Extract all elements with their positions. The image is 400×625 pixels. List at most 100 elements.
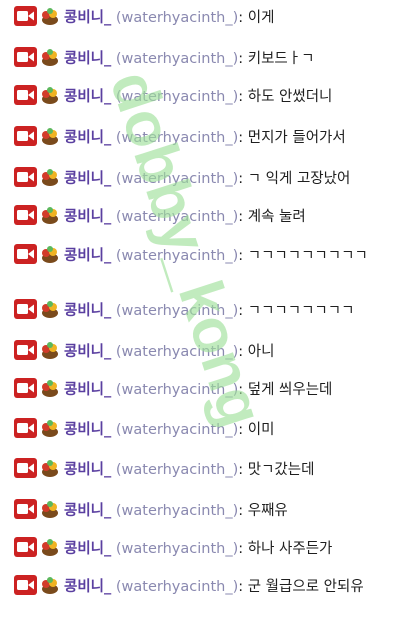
nickname[interactable]: 콩비니_ (64, 422, 111, 438)
user-id[interactable]: (waterhyacinth_) (116, 51, 238, 67)
message-text: 덮게 씌우는데 (247, 382, 333, 398)
chat-message: 콩비니_ (waterhyacinth_): 아니 (14, 338, 386, 367)
fruit-bowl-icon (40, 126, 60, 146)
chat-message: 콩비니_ (waterhyacinth_): 계속 눌려 (14, 203, 386, 232)
nickname[interactable]: 콩비니_ (64, 503, 111, 519)
colon: : (238, 248, 244, 264)
chat-message: 콩비니_ (waterhyacinth_): 하도 안썼더니 (14, 83, 386, 112)
fruit-bowl-icon (40, 299, 60, 319)
fruit-bowl-icon (40, 378, 60, 398)
nickname[interactable]: 콩비니_ (64, 344, 111, 360)
message-text: 군 월급으로 안되유 (247, 579, 364, 595)
chat-message: 콩비니_ (waterhyacinth_): ㄱㄱㄱㄱㄱㄱㄱㄱㄱ (14, 242, 386, 271)
video-camera-icon (14, 85, 37, 105)
colon: : (238, 382, 244, 398)
colon: : (238, 209, 244, 225)
chat-message: 콩비니_ (waterhyacinth_): 이미 (14, 416, 386, 445)
message-text: 키보드ㅏㄱ (247, 51, 315, 67)
message-text: 하나 사주든가 (247, 541, 333, 557)
colon: : (238, 422, 244, 438)
fruit-bowl-icon (40, 6, 60, 26)
message-text: 이게 (247, 10, 275, 26)
fruit-bowl-icon (40, 205, 60, 225)
message-text: 아니 (247, 344, 275, 360)
chat-message: 콩비니_ (waterhyacinth_): 키보드ㅏㄱ (14, 45, 386, 74)
user-id[interactable]: (waterhyacinth_) (116, 344, 238, 360)
message-text: 우째유 (247, 503, 288, 519)
user-id[interactable]: (waterhyacinth_) (116, 382, 238, 398)
nickname[interactable]: 콩비니_ (64, 89, 111, 105)
video-camera-icon (14, 340, 37, 360)
video-camera-icon (14, 378, 37, 398)
message-text: ㄱ 익게 고장났어 (247, 171, 351, 187)
video-camera-icon (14, 499, 37, 519)
message-text: 이미 (247, 422, 275, 438)
user-id[interactable]: (waterhyacinth_) (116, 422, 238, 438)
video-camera-icon (14, 167, 37, 187)
nickname[interactable]: 콩비니_ (64, 209, 111, 225)
chat-message: 콩비니_ (waterhyacinth_): 이게 (14, 4, 386, 33)
chat-log: 콩비니_ (waterhyacinth_): 이게 콩비니_ (waterhya… (0, 0, 400, 625)
video-camera-icon (14, 458, 37, 478)
colon: : (238, 541, 244, 557)
fruit-bowl-icon (40, 499, 60, 519)
colon: : (238, 503, 244, 519)
nickname[interactable]: 콩비니_ (64, 382, 111, 398)
colon: : (238, 51, 244, 67)
colon: : (238, 130, 244, 146)
nickname[interactable]: 콩비니_ (64, 462, 111, 478)
fruit-bowl-icon (40, 458, 60, 478)
user-id[interactable]: (waterhyacinth_) (116, 10, 238, 26)
user-id[interactable]: (waterhyacinth_) (116, 462, 238, 478)
user-id[interactable]: (waterhyacinth_) (116, 503, 238, 519)
chat-message: 콩비니_ (waterhyacinth_): 군 월급으로 안되유 (14, 573, 386, 602)
video-camera-icon (14, 205, 37, 225)
nickname[interactable]: 콩비니_ (64, 51, 111, 67)
video-camera-icon (14, 575, 37, 595)
user-id[interactable]: (waterhyacinth_) (116, 89, 238, 105)
chat-message: 콩비니_ (waterhyacinth_): 덮게 씌우는데 (14, 376, 386, 405)
fruit-bowl-icon (40, 575, 60, 595)
message-text: 계속 눌려 (247, 209, 306, 225)
user-id[interactable]: (waterhyacinth_) (116, 303, 238, 319)
chat-message: 콩비니_ (waterhyacinth_): 우째유 (14, 497, 386, 526)
user-id[interactable]: (waterhyacinth_) (116, 248, 238, 264)
video-camera-icon (14, 537, 37, 557)
fruit-bowl-icon (40, 167, 60, 187)
message-text: ㄱㄱㄱㄱㄱㄱㄱㄱ (247, 303, 355, 319)
video-camera-icon (14, 418, 37, 438)
user-id[interactable]: (waterhyacinth_) (116, 541, 238, 557)
message-text: ㄱㄱㄱㄱㄱㄱㄱㄱㄱ (247, 248, 368, 264)
video-camera-icon (14, 126, 37, 146)
nickname[interactable]: 콩비니_ (64, 541, 111, 557)
user-id[interactable]: (waterhyacinth_) (116, 171, 238, 187)
message-text: 먼지가 들어가서 (247, 130, 346, 146)
colon: : (238, 89, 244, 105)
chat-message: 콩비니_ (waterhyacinth_): 맛ㄱ갔는데 (14, 456, 386, 485)
colon: : (238, 171, 244, 187)
chat-message: 콩비니_ (waterhyacinth_): 하나 사주든가 (14, 535, 386, 564)
message-text: 맛ㄱ갔는데 (247, 462, 315, 478)
colon: : (238, 462, 244, 478)
nickname[interactable]: 콩비니_ (64, 10, 111, 26)
nickname[interactable]: 콩비니_ (64, 248, 111, 264)
user-id[interactable]: (waterhyacinth_) (116, 579, 238, 595)
chat-message: 콩비니_ (waterhyacinth_): ㄱ 익게 고장났어 (14, 165, 386, 194)
nickname[interactable]: 콩비니_ (64, 579, 111, 595)
colon: : (238, 303, 244, 319)
message-text: 하도 안썼더니 (247, 89, 333, 105)
colon: : (238, 10, 244, 26)
colon: : (238, 579, 244, 595)
chat-message: 콩비니_ (waterhyacinth_): 먼지가 들어가서 (14, 124, 386, 153)
nickname[interactable]: 콩비니_ (64, 171, 111, 187)
fruit-bowl-icon (40, 47, 60, 67)
nickname[interactable]: 콩비니_ (64, 303, 111, 319)
video-camera-icon (14, 47, 37, 67)
video-camera-icon (14, 244, 37, 264)
fruit-bowl-icon (40, 340, 60, 360)
user-id[interactable]: (waterhyacinth_) (116, 130, 238, 146)
user-id[interactable]: (waterhyacinth_) (116, 209, 238, 225)
nickname[interactable]: 콩비니_ (64, 130, 111, 146)
fruit-bowl-icon (40, 418, 60, 438)
fruit-bowl-icon (40, 85, 60, 105)
